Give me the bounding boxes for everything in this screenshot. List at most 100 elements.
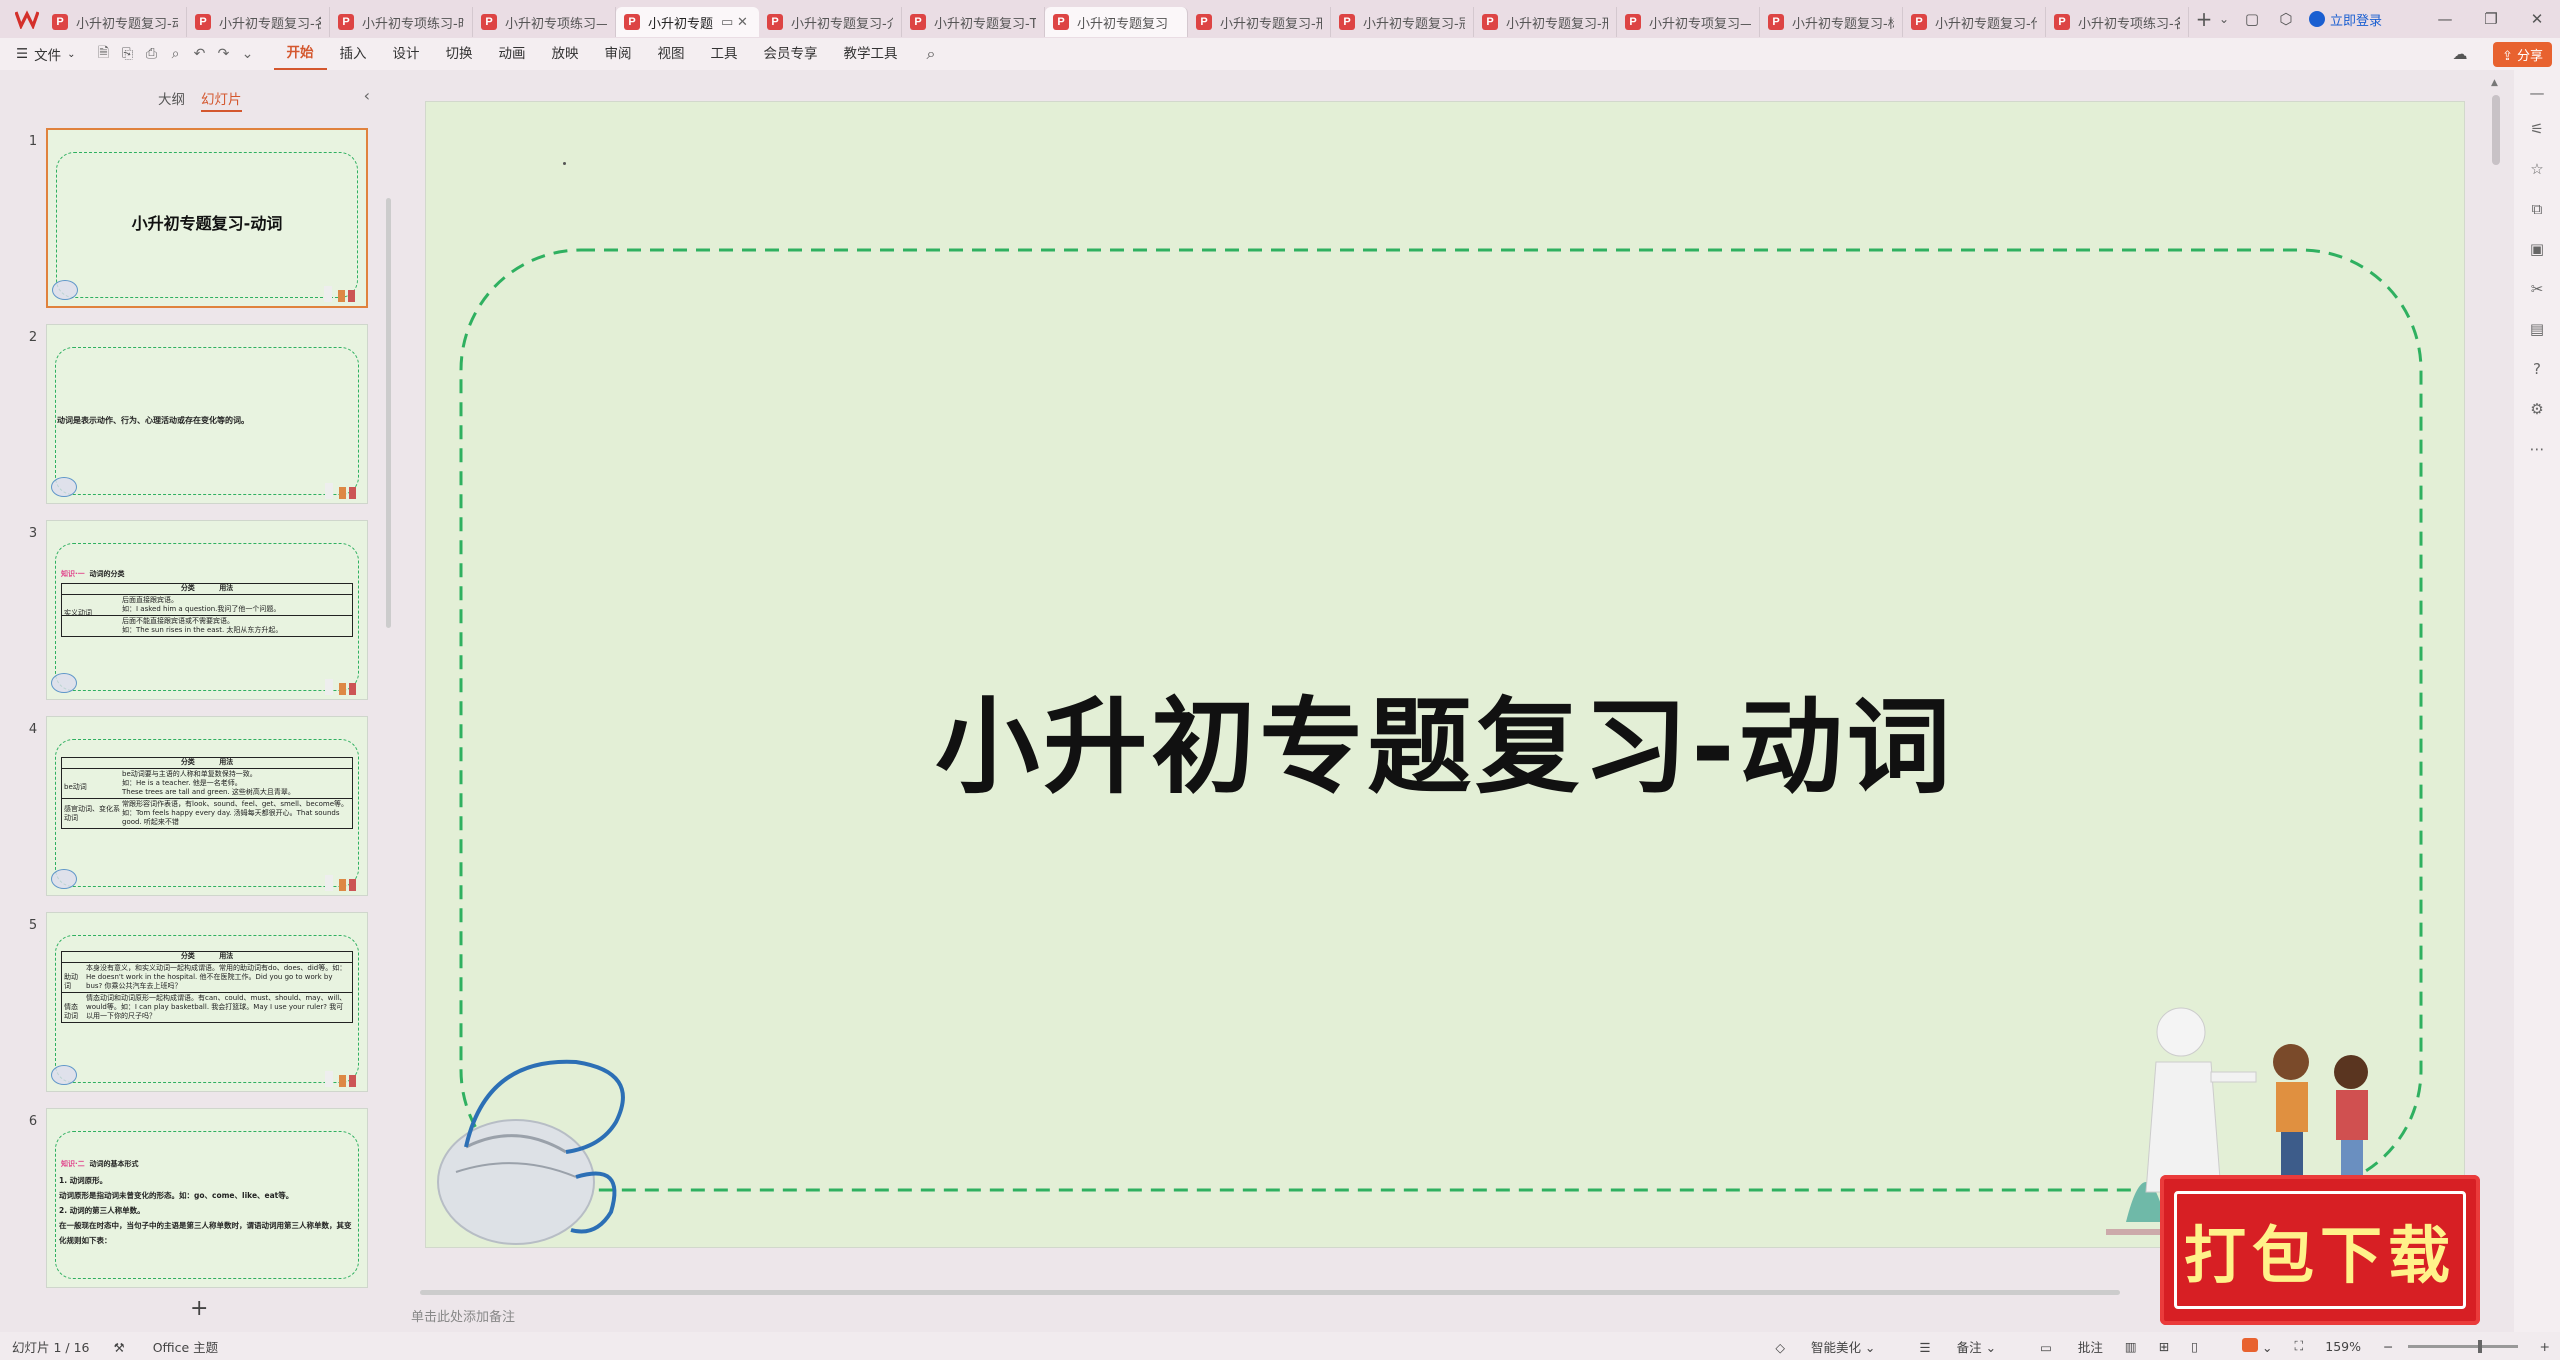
document-tab[interactable]: P 小升初专题复习-代: [1903, 7, 2046, 37]
ribbon-tab[interactable]: 工具: [698, 38, 751, 70]
tools-icon[interactable]: ✂: [2514, 280, 2560, 298]
slide-thumbnail[interactable]: 分类 用法 be动词 be动词要与主语的人称和单复数保持一致。 如：He is a …: [46, 716, 368, 896]
ribbon-tab[interactable]: 动画: [486, 38, 539, 70]
document-tab[interactable]: P 小升初专题复习-TI: [902, 7, 1045, 37]
ribbon-tab[interactable]: 放映: [539, 38, 592, 70]
share-label: 分享: [2516, 48, 2543, 64]
thumbnail-row[interactable]: 1 小升初专题复习-动词: [0, 128, 392, 308]
smart-beautify-button[interactable]: ◇ 智能美化 ⌄: [1753, 1337, 1875, 1356]
login-button[interactable]: 立即登录: [2308, 10, 2382, 29]
slide-thumbnail[interactable]: 分类 用法 助动词 本身没有意义，和实义动词一起构成谓语。常用的助动词有do、do…: [46, 912, 368, 1092]
file-menu[interactable]: ☰ 文件 ⌄: [16, 44, 82, 64]
ribbon-tab[interactable]: 开始: [273, 38, 327, 70]
thumbnail-row[interactable]: 5 分类 用法 助动词 本身没有意义，和实义动词一起构成谓语。常用的助动词有do、…: [0, 912, 392, 1092]
zoom-out-icon[interactable]: −: [2383, 1339, 2393, 1354]
document-tab[interactable]: P 小升初专题复习-名: [187, 7, 330, 37]
canvas-vertical-scrollbar[interactable]: [2492, 95, 2500, 165]
cloud-icon[interactable]: ☁: [2443, 45, 2477, 63]
help-icon[interactable]: ?: [2514, 360, 2560, 378]
ribbon-tab[interactable]: 教学工具: [831, 38, 911, 70]
document-tab[interactable]: P 小升初专项练习-时: [330, 7, 473, 37]
save-icon[interactable]: 🗎: [92, 42, 116, 66]
tab-slides[interactable]: 幻灯片: [201, 88, 242, 112]
ribbon-tab[interactable]: 审阅: [592, 38, 645, 70]
collapse-panel-icon[interactable]: ‹: [364, 86, 370, 105]
new-tab-icon[interactable]: +: [2189, 7, 2219, 31]
notes-placeholder[interactable]: 单击此处添加备注: [411, 1306, 515, 1325]
more-chevron-icon[interactable]: ⌄: [236, 46, 260, 62]
thumbnail-row[interactable]: 4 分类 用法 be动词 be动词要与主语的人称和单复数保持一致。 如：He is …: [0, 716, 392, 896]
ribbon-tab[interactable]: 切换: [433, 38, 486, 70]
thumbnail-row[interactable]: 3 知识·一 动词的分类 分类 用法 实义动词 后面直接跟宾语。 如：I asked…: [0, 520, 392, 700]
document-tab[interactable]: P 小升初专项练习—: [473, 7, 616, 37]
close-tab-icon[interactable]: ✕: [737, 15, 751, 30]
star-icon[interactable]: ☆: [2514, 160, 2560, 178]
comments-button[interactable]: ▭ 批注: [2018, 1337, 2103, 1356]
slide-title[interactable]: 小升初专题复习-动词: [426, 662, 2464, 813]
more-icon[interactable]: ⋯: [2514, 440, 2560, 458]
export-pdf-icon[interactable]: ⎘: [116, 46, 140, 62]
document-tab[interactable]: P 小升初专题复习-形: [1474, 7, 1617, 37]
scroll-up-icon[interactable]: ▲: [2491, 78, 2498, 88]
undo-icon[interactable]: ↶: [188, 46, 212, 62]
slide-thumbnail[interactable]: 小升初专题复习-动词: [46, 128, 368, 308]
cube-icon[interactable]: ⬡: [2269, 10, 2303, 28]
book-icon[interactable]: ▤: [2514, 320, 2560, 338]
zoom-level[interactable]: 159%: [2325, 1339, 2361, 1354]
thumbnail-text: 动词是表示动作、行为、心理活动或存在变化等的词。: [57, 416, 249, 425]
document-tab[interactable]: P 小升初专项复习—: [1617, 7, 1760, 37]
restore-icon[interactable]: ❐: [2468, 10, 2514, 28]
document-tab[interactable]: P 小升初专题复习-介: [759, 7, 902, 37]
redo-icon[interactable]: ↷: [212, 46, 236, 62]
notes-button[interactable]: ☰ 备注 ⌄: [1897, 1337, 1996, 1356]
document-tab[interactable]: P 小升初专题复习-形: [1188, 7, 1331, 37]
close-icon[interactable]: ✕: [2514, 10, 2560, 28]
search-icon[interactable]: ⌕: [927, 44, 936, 64]
ribbon-tab[interactable]: 视图: [645, 38, 698, 70]
share-settings-icon[interactable]: ⚙: [2514, 400, 2560, 418]
copy-icon[interactable]: ⧉: [2514, 200, 2560, 218]
right-tool-rail: — ⚟ ☆ ⧉ ▣ ✂ ▤ ? ⚙ ⋯: [2514, 70, 2560, 1332]
document-tab[interactable]: P 小升初专题复习: [1045, 7, 1188, 37]
comments-label: 批注: [2077, 1339, 2103, 1355]
theme-name[interactable]: ⚒ Office 主题: [114, 1337, 243, 1356]
knowledge-tag: 知识·二: [61, 1160, 85, 1168]
download-banner[interactable]: 打包下载: [2160, 1175, 2480, 1325]
print-icon[interactable]: ⎙: [140, 46, 164, 62]
minimize-icon[interactable]: —: [2422, 10, 2468, 28]
sorter-view-icon[interactable]: ⊞: [2159, 1339, 2169, 1354]
slide-thumbnail[interactable]: 知识·一 动词的分类 分类 用法 实义动词 后面直接跟宾语。 如：I asked h…: [46, 520, 368, 700]
document-tab[interactable]: P 小升初专题复习-冠: [1331, 7, 1474, 37]
adjust-icon[interactable]: ⚟: [2514, 120, 2560, 138]
banner-text: 打包下载: [2174, 1191, 2466, 1309]
thumbnail-scrollbar[interactable]: [386, 198, 391, 628]
tab-outline[interactable]: 大纲: [158, 88, 185, 112]
image-icon[interactable]: ▣: [2514, 240, 2560, 258]
add-slide-icon[interactable]: +: [190, 1296, 208, 1321]
monitor-icon[interactable]: ▭: [721, 15, 735, 30]
ribbon-tab[interactable]: 会员专享: [751, 38, 831, 70]
thumbnail-row[interactable]: 6 知识·二 动词的基本形式 1. 动词原形。 动词原形是指动词未曾变化的形态。…: [0, 1108, 392, 1288]
normal-view-icon[interactable]: ▥: [2125, 1339, 2137, 1354]
ribbon-tab[interactable]: 设计: [380, 38, 433, 70]
wps-logo-icon[interactable]: [10, 2, 44, 36]
share-button[interactable]: ⇪ 分享: [2492, 41, 2552, 67]
canvas-horizontal-scrollbar[interactable]: [420, 1290, 2120, 1295]
document-tab[interactable]: P 小升初专题 ▭ ✕: [616, 7, 759, 37]
thumbnail-row[interactable]: 2 动词是表示动作、行为、心理活动或存在变化等的词。: [0, 324, 392, 504]
fit-window-icon[interactable]: ⛶: [2295, 1338, 2304, 1354]
window-layout-icon[interactable]: ▢: [2235, 10, 2269, 28]
reading-view-icon[interactable]: ▯: [2191, 1339, 2198, 1354]
document-tab[interactable]: P 小升初专题复习-动: [44, 7, 187, 37]
document-tab[interactable]: P 小升初专题复习-标: [1760, 7, 1903, 37]
zoom-in-icon[interactable]: +: [2540, 1339, 2550, 1354]
slide-thumbnail[interactable]: 动词是表示动作、行为、心理活动或存在变化等的词。: [46, 324, 368, 504]
slide-thumbnail[interactable]: 知识·二 动词的基本形式 1. 动词原形。 动词原形是指动词未曾变化的形态。如：…: [46, 1108, 368, 1288]
minus-icon[interactable]: —: [2514, 84, 2560, 102]
current-slide[interactable]: 小升初专题复习-动词: [425, 101, 2465, 1248]
document-tab[interactable]: P 小升初专项练习-名: [2046, 7, 2189, 37]
print-preview-icon[interactable]: ⌕: [164, 46, 188, 62]
ribbon-tab[interactable]: 插入: [327, 38, 380, 70]
slideshow-button[interactable]: ⌄: [2220, 1337, 2273, 1355]
zoom-slider[interactable]: [2407, 1339, 2518, 1353]
